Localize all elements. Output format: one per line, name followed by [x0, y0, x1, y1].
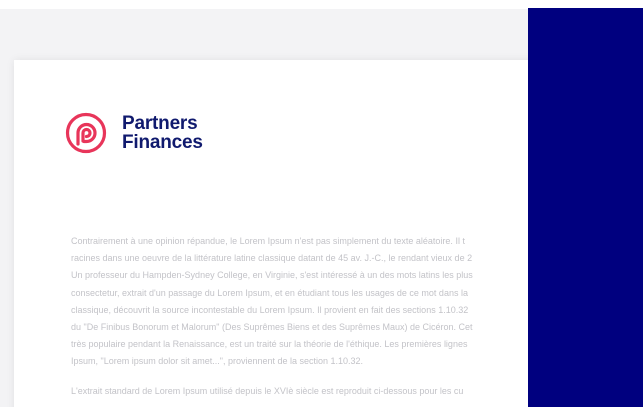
logo-line-2: Finances	[122, 132, 203, 153]
logo-wordmark: Partners Finances	[122, 114, 203, 152]
company-logo: Partners Finances	[65, 112, 203, 154]
logo-line-1: Partners	[122, 113, 198, 134]
page-viewport: Partners Finances Contrairement à une op…	[0, 0, 643, 407]
logo-mark-icon	[65, 112, 107, 154]
side-panel[interactable]	[528, 8, 643, 407]
